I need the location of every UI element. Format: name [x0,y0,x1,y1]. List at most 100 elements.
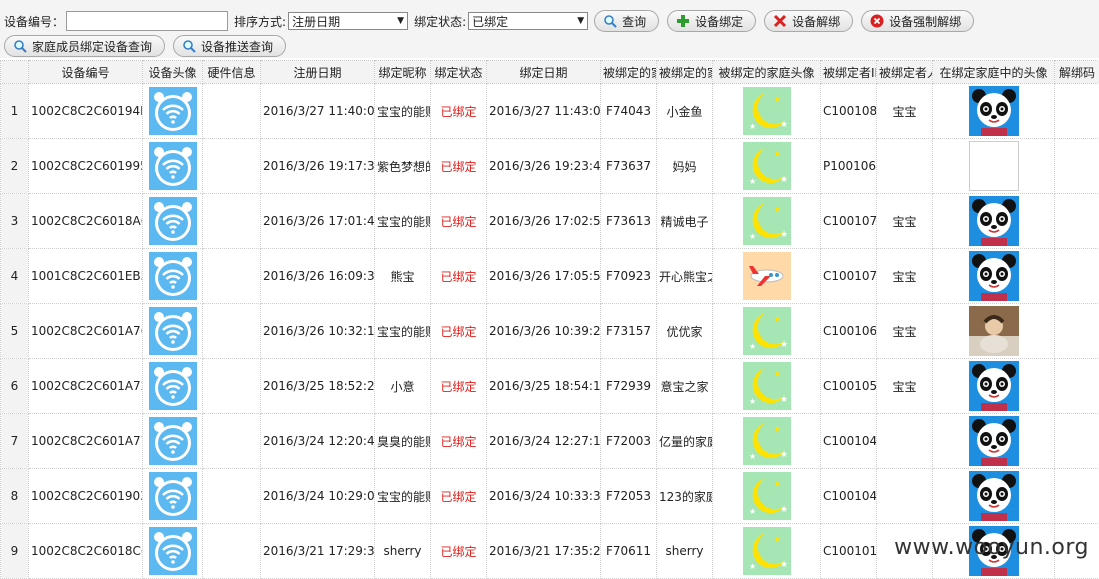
force-unbind-button[interactable]: 设备强制解绑 [861,10,974,32]
col-header-device-avatar[interactable]: 设备头像 [143,61,203,84]
table-row[interactable]: 21002C8C2C6019952016/3/26 19:17:39紫色梦想的已… [1,139,1099,194]
user-id-cell: C1001080 [821,84,877,139]
panda-avatar-icon [969,86,1019,136]
family-avatar-cell: ★★ [713,84,821,139]
family-avatar-cell: ★★ [713,469,821,524]
search-icon [13,39,27,53]
member-avatar-cell [933,249,1055,304]
panda-avatar-icon [969,251,1019,301]
unbind-code-cell [1055,84,1099,139]
table-row[interactable]: 81002C8C2C6019032016/3/24 10:29:08宝宝的能购已… [1,469,1099,524]
bind-date-cell: 2016/3/25 18:54:10 [487,359,601,414]
family-id-cell: F74043 [601,84,657,139]
col-header-family-name[interactable]: 被绑定的家 [657,61,713,84]
table-row[interactable]: 41001C8C2C601EB52016/3/26 16:09:35熊宝已绑定2… [1,249,1099,304]
family-name-cell: 开心熊宝之 [657,249,713,304]
sort-select[interactable]: 注册日期▼ [288,12,408,30]
table-row[interactable]: 61002C8C2C601A722016/3/25 18:52:20小意已绑定2… [1,359,1099,414]
family-avatar-cell: ★★ [713,194,821,249]
reg-date-cell: 2016/3/27 11:40:08 [261,84,375,139]
bind-date-cell: 2016/3/24 12:27:12 [487,414,601,469]
reg-date-cell: 2016/3/26 17:01:41 [261,194,375,249]
panda-avatar-icon [969,361,1019,411]
unbind-code-cell [1055,304,1099,359]
table-body: 11002C8C2C60194B2016/3/27 11:40:08宝宝的能购已… [1,84,1099,579]
svg-text:★: ★ [780,230,788,240]
col-header-bind-date[interactable]: 绑定日期 [487,61,601,84]
family-id-cell: F73637 [601,139,657,194]
member-avatar-cell [933,359,1055,414]
family-name-cell: 小金鱼 [657,84,713,139]
col-header-reg-date[interactable]: 注册日期 [261,61,375,84]
col-header-status[interactable]: 绑定状态 [431,61,487,84]
device-no-cell: 1002C8C2C601A77 [29,414,143,469]
row-index: 3 [1,194,29,249]
device-avatar-icon [149,472,197,520]
col-header-user-id[interactable]: 被绑定者ID [821,61,877,84]
nickname-cell: 宝宝的能购 [375,469,431,524]
bind-status-select[interactable]: 已绑定▼ [468,12,588,30]
col-header-device-no[interactable]: 设备编号 [29,61,143,84]
unbind-code-cell [1055,469,1099,524]
panda-avatar-icon [969,416,1019,466]
table-row[interactable]: 31002C8C2C6018A62016/3/26 17:01:41宝宝的能购已… [1,194,1099,249]
unbind-code-cell [1055,359,1099,414]
bind-date-cell: 2016/3/24 10:33:34 [487,469,601,524]
table-row[interactable]: 11002C8C2C60194B2016/3/27 11:40:08宝宝的能购已… [1,84,1099,139]
member-query-button[interactable]: 家庭成员绑定设备查询 [4,35,165,57]
user-id-cell: C1001059 [821,359,877,414]
col-header-nickname[interactable]: 绑定昵称 [375,61,431,84]
member-avatar-cell [933,194,1055,249]
sort-select-value: 注册日期 [292,13,340,30]
member-avatar-cell [933,139,1055,194]
status-cell: 已绑定 [431,414,487,469]
bind-button-label: 设备绑定 [695,13,743,30]
user-id-cell: C1001074 [821,194,877,249]
col-header-user-role[interactable]: 被绑定者人 [877,61,933,84]
device-avatar-cell [143,249,203,304]
reg-date-cell: 2016/3/21 17:29:34 [261,524,375,579]
push-query-button[interactable]: 设备推送查询 [173,35,286,57]
bind-button[interactable]: 设备绑定 [667,10,756,32]
device-no-input[interactable] [66,11,228,31]
col-header-family-id[interactable]: 被绑定的家 [601,61,657,84]
member-avatar-cell [933,304,1055,359]
bind-status-label: 绑定状态: [414,13,466,30]
family-avatar-cell: ★★ [713,414,821,469]
svg-text:★: ★ [780,395,788,405]
family-avatar-cell [713,249,821,304]
svg-text:★: ★ [780,505,788,515]
reg-date-cell: 2016/3/26 19:17:39 [261,139,375,194]
device-avatar-cell [143,139,203,194]
unbind-button[interactable]: 设备解绑 [764,10,853,32]
device-no-cell: 1002C8C2C601903 [29,469,143,524]
row-index: 4 [1,249,29,304]
status-cell: 已绑定 [431,304,487,359]
device-avatar-cell [143,414,203,469]
device-table: 设备编号 设备头像 硬件信息 注册日期 绑定昵称 绑定状态 绑定日期 被绑定的家… [0,60,1099,579]
col-header-family-avatar[interactable]: 被绑定的家庭头像 [713,61,821,84]
hardware-cell [203,194,261,249]
hardware-cell [203,249,261,304]
col-header-member-avatar[interactable]: 在绑定家庭中的头像 [933,61,1055,84]
query-button[interactable]: 查询 [594,10,659,32]
user-role-cell [877,414,933,469]
table-row[interactable]: 51002C8C2C601A762016/3/26 10:32:19宝宝的能购已… [1,304,1099,359]
family-id-cell: F70923 [601,249,657,304]
device-avatar-icon [149,197,197,245]
col-header-hardware[interactable]: 硬件信息 [203,61,261,84]
family-name-cell: 妈妈 [657,139,713,194]
col-header-unbind-code[interactable]: 解绑码 [1055,61,1099,84]
table-row[interactable]: 71002C8C2C601A772016/3/24 12:20:49臭臭的能购已… [1,414,1099,469]
svg-text:★: ★ [749,232,756,241]
device-avatar-cell [143,359,203,414]
nickname-cell: 小意 [375,359,431,414]
user-id-cell: C1001062 [821,304,877,359]
member-avatar-cell [933,414,1055,469]
device-avatar-cell [143,84,203,139]
chevron-down-icon: ▼ [577,16,584,26]
bind-date-cell: 2016/3/26 19:23:41 [487,139,601,194]
photo-avatar-icon [969,306,1019,356]
hardware-cell [203,84,261,139]
user-role-cell: 宝宝 [877,249,933,304]
